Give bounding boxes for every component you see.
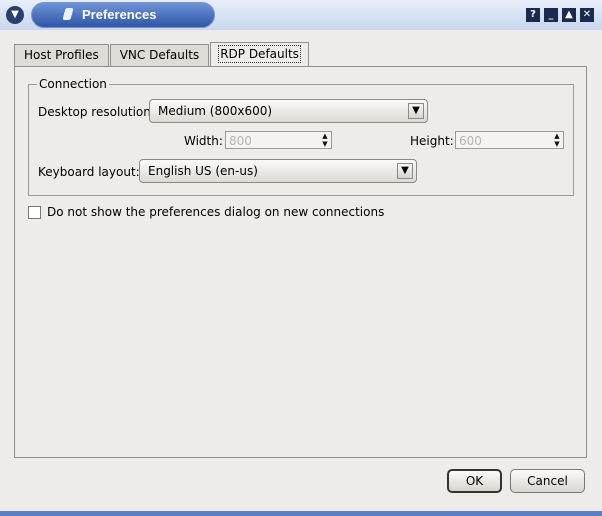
keyboard-layout-label: Keyboard layout: [38,165,140,179]
connection-legend: Connection [37,77,109,91]
window-menu-button[interactable]: ▼ [6,6,24,24]
tab-vnc-defaults-label: VNC Defaults [119,48,200,62]
desktop-resolution-label: Desktop resolution: [38,105,155,119]
tab-rdp-defaults-label: RDP Defaults [218,45,301,63]
app-icon [62,8,74,20]
close-icon[interactable]: ✕ [580,8,594,22]
width-spinbox[interactable]: 800 ▲ ▼ [225,131,332,149]
keyboard-layout-combo[interactable]: English US (en-us) ▼ [139,159,417,183]
preferences-window: ▼ Preferences ? _ ▲ ✕ Host Profiles VNC … [0,0,602,516]
minimize-icon[interactable]: _ [544,8,558,22]
window-bottom-border [0,511,602,516]
chevron-down-icon: ▼ [408,103,424,119]
keyboard-layout-value: English US (en-us) [148,164,258,178]
window-title: Preferences [82,7,157,22]
title-controls: ? _ ▲ ✕ [526,8,594,22]
tab-host-profiles-label: Host Profiles [24,48,99,62]
tab-bar: Host Profiles VNC Defaults RDP Defaults [14,42,310,67]
tab-host-profiles[interactable]: Host Profiles [14,44,109,66]
desktop-resolution-value: Medium (800x600) [158,104,273,118]
desktop-resolution-combo[interactable]: Medium (800x600) ▼ [149,99,428,123]
connection-group: Connection Desktop resolution: Medium (8… [28,77,574,196]
width-value: 800 [229,134,252,148]
help-icon[interactable]: ? [526,8,540,22]
height-value: 600 [459,134,482,148]
spin-arrows-icon[interactable]: ▲ ▼ [551,132,563,148]
chevron-down-icon: ▼ [397,163,413,179]
tab-rdp-defaults[interactable]: RDP Defaults [210,42,309,67]
preferences-dialog-checkbox[interactable] [28,206,41,219]
title-pill: Preferences [31,2,215,28]
cancel-button[interactable]: Cancel [510,469,585,493]
maximize-icon[interactable]: ▲ [562,8,576,22]
preferences-dialog-checkbox-label[interactable]: Do not show the preferences dialog on ne… [47,205,384,219]
rdp-defaults-panel: Connection Desktop resolution: Medium (8… [14,66,587,458]
tab-vnc-defaults[interactable]: VNC Defaults [109,44,210,66]
height-label: Height: [410,134,454,148]
width-label: Width: [184,134,223,148]
title-bar: ▼ Preferences ? _ ▲ ✕ [0,0,602,30]
spin-arrows-icon[interactable]: ▲ ▼ [319,132,331,148]
ok-button[interactable]: OK [447,469,502,493]
height-spinbox[interactable]: 600 ▲ ▼ [455,131,564,149]
